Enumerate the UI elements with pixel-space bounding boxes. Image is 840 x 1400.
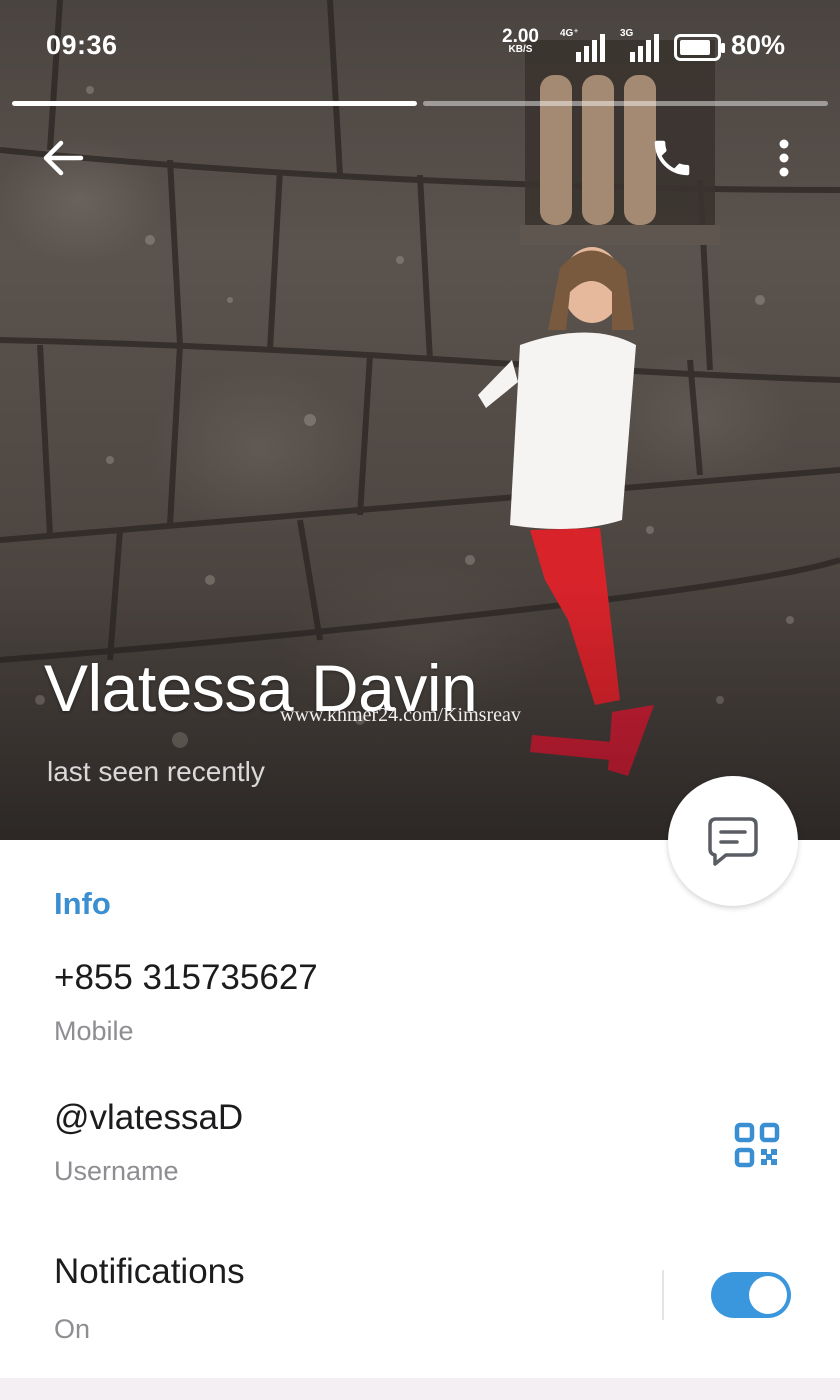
username-label: Username: [54, 1156, 179, 1186]
send-message-button[interactable]: [668, 776, 798, 906]
phone-number[interactable]: +855 315735627: [54, 958, 318, 998]
info-section: Info +855 315735627 Mobile @vlatessaD Us…: [0, 840, 840, 1378]
toggle-knob: [749, 1276, 787, 1314]
qr-code-button[interactable]: [730, 1118, 784, 1172]
username-value[interactable]: @vlatessaD: [54, 1098, 243, 1138]
photo-progress-indicator: [12, 101, 828, 106]
message-icon: [708, 817, 758, 866]
progress-segment: [423, 101, 828, 106]
back-button[interactable]: [31, 126, 95, 190]
phone-label: Mobile: [54, 1016, 134, 1046]
qr-code-icon: [734, 1122, 780, 1168]
profile-photo[interactable]: 09:36 2.00 KB/S 4G⁺ 3G 80% Vlatessa Davi…: [0, 0, 840, 840]
notifications-title: Notifications: [54, 1252, 245, 1291]
notifications-state: On: [54, 1314, 91, 1344]
progress-segment-active: [12, 101, 417, 106]
battery-percent: 80%: [731, 30, 786, 60]
signal-icon: [576, 34, 605, 62]
phone-icon: [654, 140, 690, 176]
arrow-left-icon: [43, 140, 84, 176]
signal-icon-2: [630, 34, 659, 62]
call-button[interactable]: [640, 126, 704, 190]
watermark-text: www.khmer24.com/Kimsreav: [280, 704, 521, 726]
notifications-toggle[interactable]: [711, 1272, 791, 1318]
more-vertical-icon: [779, 139, 789, 177]
vertical-divider: [662, 1270, 664, 1320]
info-section-title: Info: [54, 886, 111, 921]
status-time: 09:36: [46, 30, 118, 60]
status-bar: 09:36 2.00 KB/S 4G⁺ 3G 80%: [0, 26, 840, 66]
last-seen-status: last seen recently: [47, 756, 265, 787]
battery-icon: [674, 34, 725, 61]
status-net-speed: 2.00 KB/S: [502, 27, 539, 55]
bottom-spacer: [0, 1378, 840, 1400]
more-options-button[interactable]: [752, 126, 816, 190]
